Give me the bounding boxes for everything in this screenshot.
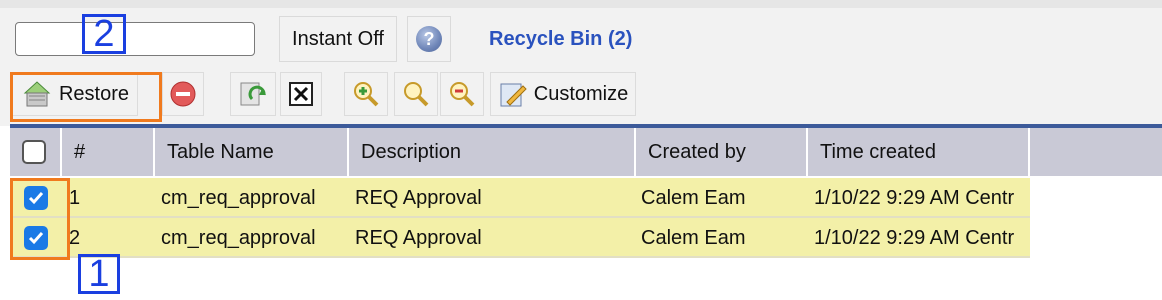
table-row[interactable]: 2 cm_req_approval REQ Approval Calem Eam… bbox=[10, 218, 1030, 258]
column-header-time-created-label: Time created bbox=[820, 140, 936, 163]
zoom-out-button[interactable] bbox=[440, 72, 484, 116]
checkbox-highlight-box bbox=[10, 178, 70, 260]
close-button[interactable] bbox=[280, 72, 322, 116]
refresh-icon bbox=[240, 82, 266, 106]
row-description: REQ Approval bbox=[355, 186, 482, 209]
row-time-created: 1/10/22 9:29 AM Centr bbox=[814, 226, 1015, 249]
toolbar: Restore Customize bbox=[0, 66, 1162, 126]
row-created-by: Calem Eam bbox=[641, 186, 746, 209]
zoom-out-icon bbox=[450, 82, 475, 107]
row-table-name: cm_req_approval bbox=[161, 186, 316, 209]
column-header-table-name-label: Table Name bbox=[167, 140, 274, 163]
zoom-in-button[interactable] bbox=[344, 72, 388, 116]
row-description: REQ Approval bbox=[355, 226, 482, 249]
column-header-created-by-label: Created by bbox=[648, 140, 746, 163]
customize-button[interactable]: Customize bbox=[490, 72, 636, 116]
column-header-created-by[interactable]: Created by bbox=[636, 128, 808, 176]
search-input[interactable] bbox=[15, 22, 255, 56]
delete-button[interactable] bbox=[162, 72, 204, 116]
help-button[interactable]: ? bbox=[407, 16, 451, 62]
zoom-icon bbox=[404, 82, 429, 107]
annotation-label-1: 1 bbox=[78, 254, 120, 294]
help-icon-symbol: ? bbox=[423, 28, 435, 49]
row-number: 1 bbox=[69, 186, 81, 209]
column-header-description[interactable]: Description bbox=[349, 128, 636, 176]
delete-icon bbox=[170, 81, 196, 107]
table-row[interactable]: 1 cm_req_approval REQ Approval Calem Eam… bbox=[10, 178, 1030, 218]
row-time-created: 1/10/22 9:29 AM Centr bbox=[814, 186, 1015, 209]
annotation-label-2: 2 bbox=[82, 14, 126, 54]
page-title: Recycle Bin (2) bbox=[489, 28, 633, 50]
help-icon: ? bbox=[416, 26, 442, 52]
column-header-number-label: # bbox=[74, 140, 86, 163]
top-strip bbox=[0, 0, 1162, 8]
grid-header: # Table Name Description Created by Time… bbox=[10, 128, 1162, 176]
search-bar: Instant Off ? Recycle Bin (2) bbox=[0, 8, 1162, 66]
column-header-description-label: Description bbox=[361, 140, 462, 163]
select-all-cell bbox=[10, 128, 62, 176]
refresh-button[interactable] bbox=[230, 72, 276, 116]
restore-highlight-box bbox=[10, 72, 162, 122]
row-created-by: Calem Eam bbox=[641, 226, 746, 249]
row-number: 2 bbox=[69, 226, 81, 249]
column-header-table-name[interactable]: Table Name bbox=[155, 128, 349, 176]
customize-label: Customize bbox=[533, 82, 629, 105]
row-divider bbox=[10, 256, 1030, 258]
zoom-in-icon bbox=[354, 82, 379, 107]
zoom-reset-button[interactable] bbox=[394, 72, 438, 116]
close-icon bbox=[289, 82, 313, 106]
customize-icon bbox=[500, 83, 527, 107]
instant-toggle-label: Instant Off bbox=[292, 27, 384, 50]
column-header-number[interactable]: # bbox=[62, 128, 155, 176]
row-table-name: cm_req_approval bbox=[161, 226, 316, 249]
column-header-time-created[interactable]: Time created bbox=[808, 128, 1030, 176]
select-all-checkbox[interactable] bbox=[22, 140, 46, 164]
instant-toggle-button[interactable]: Instant Off bbox=[279, 16, 397, 62]
